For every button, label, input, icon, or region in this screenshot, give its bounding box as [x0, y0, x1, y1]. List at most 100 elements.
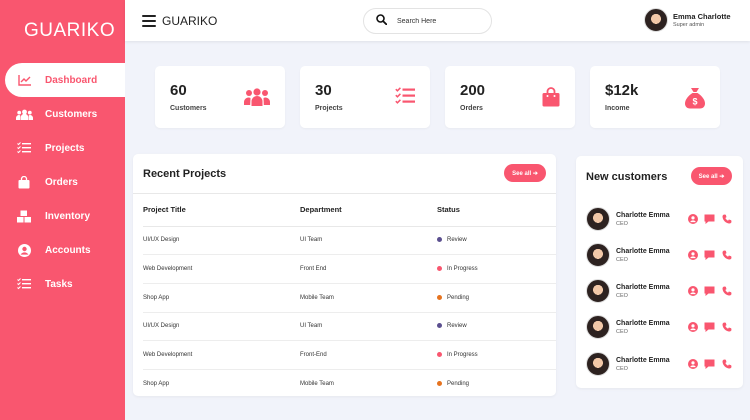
projects-table-wrap: Project Title Department Status UI/UX De… [133, 194, 556, 398]
profile-icon[interactable] [687, 285, 698, 296]
see-all-button[interactable]: See all ➔ [504, 164, 546, 182]
column-header: Status [437, 194, 556, 227]
avatar [586, 243, 610, 267]
department-cell: UI Team [300, 312, 437, 342]
list-item[interactable]: Charlotte Emma CEO [586, 206, 732, 232]
chat-icon[interactable] [704, 285, 715, 296]
status-label: Pending [447, 294, 470, 301]
table-header-row: Project Title Department Status [143, 194, 556, 227]
users-icon [15, 105, 33, 123]
status-label: In Progress [447, 266, 478, 273]
customer-name: Charlotte Emma [616, 211, 670, 219]
projects-table: Project Title Department Status UI/UX De… [143, 194, 556, 398]
tasks-list-icon [395, 87, 415, 110]
department-cell: Front-End [300, 340, 437, 370]
sidebar-item-label: Dashboard [45, 74, 98, 86]
status-cell: In Progress [437, 254, 556, 284]
stat-card-orders: 200 Orders [445, 66, 575, 128]
stat-card-income: $12k Income $ [590, 66, 720, 128]
table-row[interactable]: Web Development Front End In Progress [143, 254, 556, 284]
phone-icon[interactable] [721, 358, 732, 369]
sidebar-item-orders[interactable]: Orders [0, 165, 125, 199]
profile-icon[interactable] [687, 358, 698, 369]
chat-icon[interactable] [704, 358, 715, 369]
customer-name: Charlotte Emma [616, 356, 670, 364]
table-row[interactable]: UI/UX Design UI Team Review [143, 312, 556, 342]
sidebar-item-label: Customers [45, 108, 98, 120]
customer-name: Charlotte Emma [616, 319, 670, 327]
customer-name: Charlotte Emma [616, 283, 670, 291]
sidebar-item-dashboard[interactable]: Dashboard [5, 63, 125, 97]
see-all-button[interactable]: See all ➔ [691, 167, 732, 185]
customer-actions [687, 249, 732, 260]
table-row[interactable]: Shop App Mobile Team Pending [143, 283, 556, 313]
brand-logo[interactable]: GUARIKO [0, 0, 125, 62]
department-cell: Mobile Team [300, 283, 437, 313]
phone-icon[interactable] [721, 213, 732, 224]
sidebar-item-projects[interactable]: Projects [0, 131, 125, 165]
project-title-cell: Web Development [143, 254, 300, 284]
status-dot [437, 265, 442, 271]
status-dot [437, 380, 442, 386]
projects-table-body: UI/UX Design UI Team Review Web Development… [143, 226, 556, 398]
avatar [644, 8, 668, 32]
list-item[interactable]: Charlotte Emma CEO [586, 278, 732, 304]
profile-icon[interactable] [687, 249, 698, 260]
sidebar-item-tasks[interactable]: Tasks [0, 267, 125, 301]
sidebar: GUARIKO Dashboard Customers Projects Ord… [0, 0, 125, 420]
status-label: In Progress [447, 352, 478, 359]
phone-icon[interactable] [721, 321, 732, 332]
phone-icon[interactable] [721, 285, 732, 296]
chat-icon[interactable] [704, 321, 715, 332]
sidebar-item-label: Tasks [45, 278, 73, 290]
stat-card-projects: 30 Projects [300, 66, 430, 128]
chart-line-icon [15, 71, 33, 89]
status-label: Pending [447, 381, 470, 388]
profile-icon[interactable] [687, 321, 698, 332]
phone-icon[interactable] [721, 249, 732, 260]
sidebar-item-accounts[interactable]: Accounts [0, 233, 125, 267]
list-item[interactable]: Charlotte Emma CEO [586, 314, 732, 340]
table-row[interactable]: Shop App Mobile Team Pending [143, 369, 556, 398]
tasks-list-icon [15, 139, 33, 157]
chat-icon[interactable] [704, 249, 715, 260]
list-item[interactable]: Charlotte Emma CEO [586, 351, 732, 377]
chat-icon[interactable] [704, 213, 715, 224]
project-title-cell: Shop App [143, 381, 170, 388]
column-header: Project Title [143, 194, 300, 227]
status-dot [437, 352, 442, 358]
user-profile[interactable]: Emma Charlotte Super admin [644, 8, 731, 32]
menu-toggle-icon[interactable] [142, 14, 156, 27]
profile-icon[interactable] [687, 213, 698, 224]
user-role: Super admin [673, 22, 705, 28]
sidebar-item-label: Accounts [45, 244, 91, 256]
top-bar: GUARIKO Emma Charlotte Super admin [125, 0, 750, 41]
search-box[interactable] [363, 8, 492, 34]
sidebar-item-inventory[interactable]: Inventory [0, 199, 125, 233]
boxes-icon [15, 207, 33, 225]
customer-actions [687, 285, 732, 296]
status-cell: Pending [437, 283, 556, 313]
status-dot [437, 294, 442, 300]
status-dot [437, 237, 442, 243]
money-bag-icon: $ [685, 87, 705, 114]
column-header: Department [300, 194, 437, 227]
status-cell: Pending [437, 369, 556, 398]
search-icon [376, 12, 388, 30]
department-cell: Mobile Team [300, 381, 334, 388]
customer-actions [687, 213, 732, 224]
search-input[interactable] [397, 17, 487, 25]
table-row[interactable]: UI/UX Design UI Team Review [143, 226, 556, 256]
customer-role: CEO [616, 328, 628, 335]
sidebar-item-customers[interactable]: Customers [0, 97, 125, 131]
sidebar-nav: Dashboard Customers Projects Orders Inve… [0, 63, 125, 301]
project-title-cell: Web Development [143, 340, 300, 370]
list-item[interactable]: Charlotte Emma CEO [586, 242, 732, 268]
table-row[interactable]: Web Development Front-End In Progress [143, 340, 556, 370]
shopping-bag-icon [542, 87, 560, 112]
recent-projects-panel: Recent Projects See all ➔ Project Title … [133, 154, 556, 396]
department-cell: Front End [300, 254, 437, 284]
customer-role: CEO [616, 365, 628, 372]
panel-title: Recent Projects [143, 168, 227, 180]
status-label: Review [447, 323, 467, 330]
